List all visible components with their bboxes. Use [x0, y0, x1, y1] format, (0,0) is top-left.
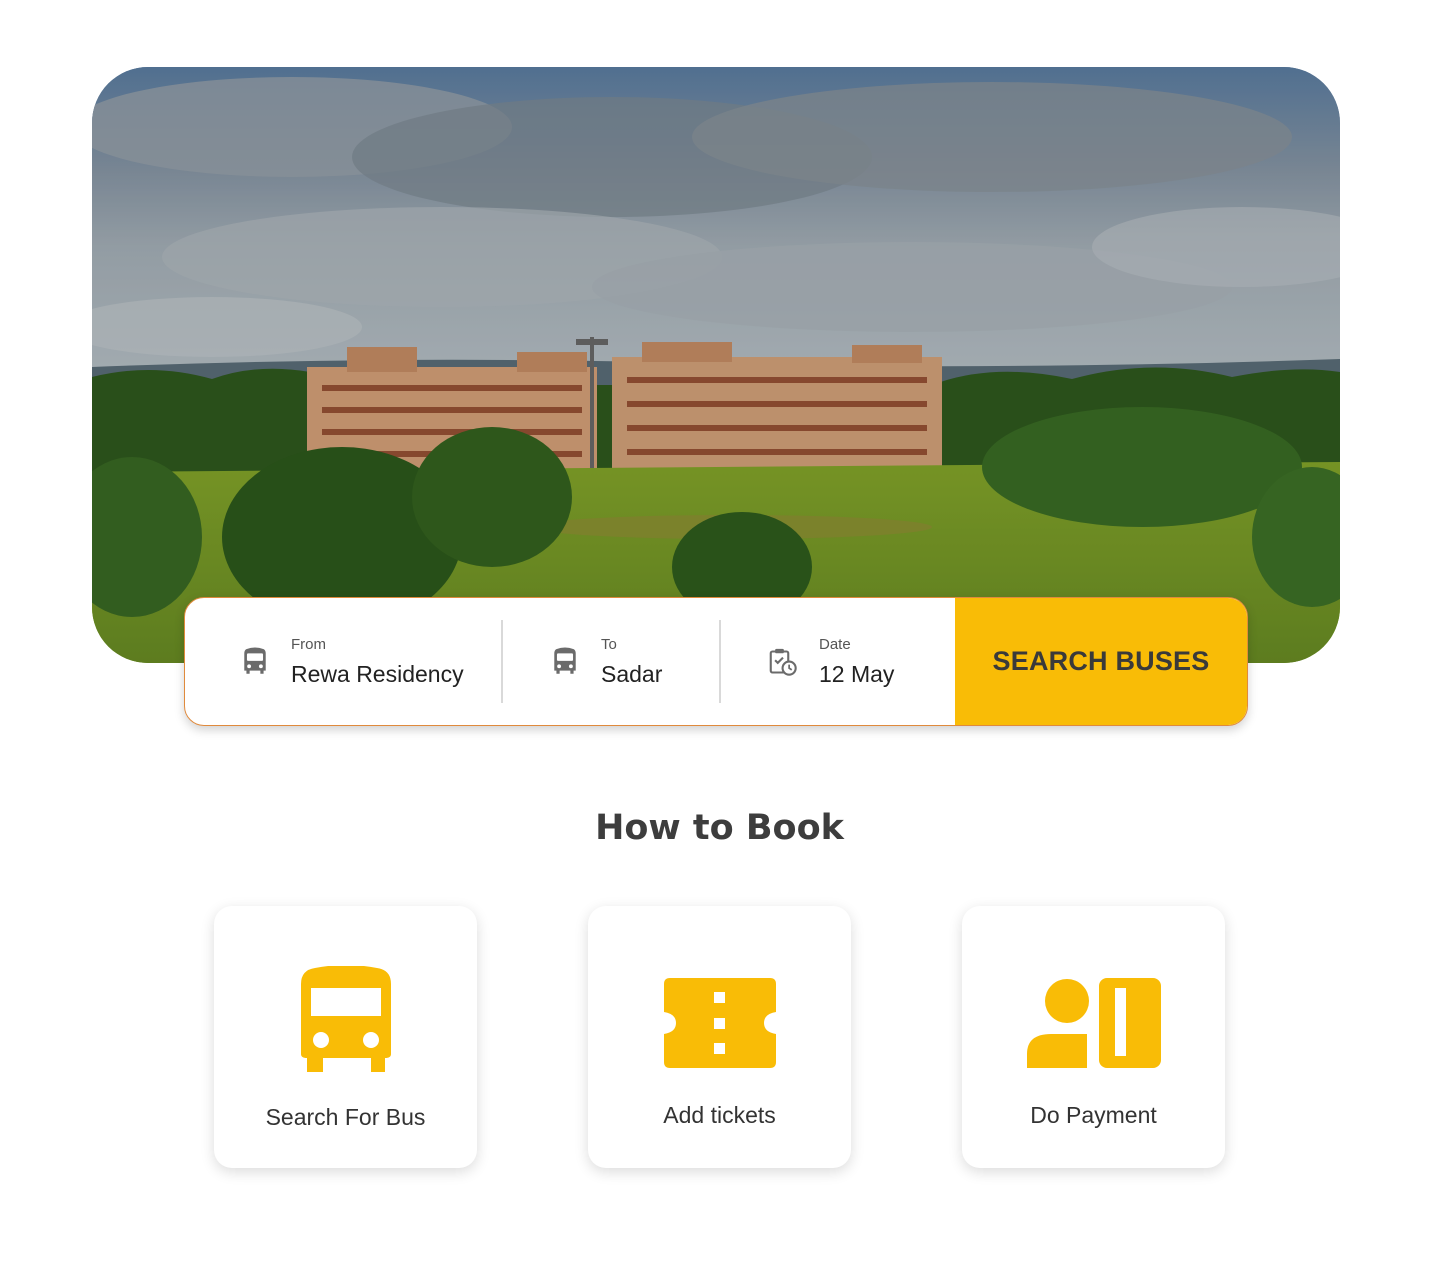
to-value[interactable]: Sadar — [601, 661, 662, 688]
bus-icon — [551, 647, 579, 676]
to-label: To — [601, 635, 617, 653]
from-label: From — [291, 635, 326, 653]
how-to-book-title: How to Book — [595, 808, 844, 848]
ticket-icon — [663, 978, 776, 1073]
step-label: Do Payment — [1030, 1102, 1157, 1128]
bus-icon — [300, 965, 391, 1077]
calendar-clock-icon — [769, 648, 797, 676]
step-card-payment: Do Payment — [962, 906, 1225, 1168]
step-card-tickets: Add tickets — [588, 906, 851, 1168]
from-value[interactable]: Rewa Residency — [291, 661, 464, 688]
step-label: Add tickets — [663, 1102, 776, 1128]
date-label: Date — [819, 635, 851, 653]
step-card-search: Search For Bus — [214, 906, 477, 1168]
bus-search-form: From Rewa Residency To Sadar Date 12 May… — [184, 597, 1248, 726]
payment-icon — [1026, 978, 1161, 1073]
step-label: Search For Bus — [265, 1104, 426, 1130]
search-buses-button[interactable]: SEARCH BUSES — [955, 598, 1247, 725]
date-field[interactable]: Date 12 May — [721, 598, 955, 725]
date-value[interactable]: 12 May — [819, 661, 894, 688]
hero-image — [92, 67, 1340, 663]
to-field[interactable]: To Sadar — [503, 598, 719, 725]
from-field[interactable]: From Rewa Residency — [185, 598, 501, 725]
bus-icon — [241, 647, 269, 676]
campus-landscape-illustration — [92, 67, 1340, 663]
